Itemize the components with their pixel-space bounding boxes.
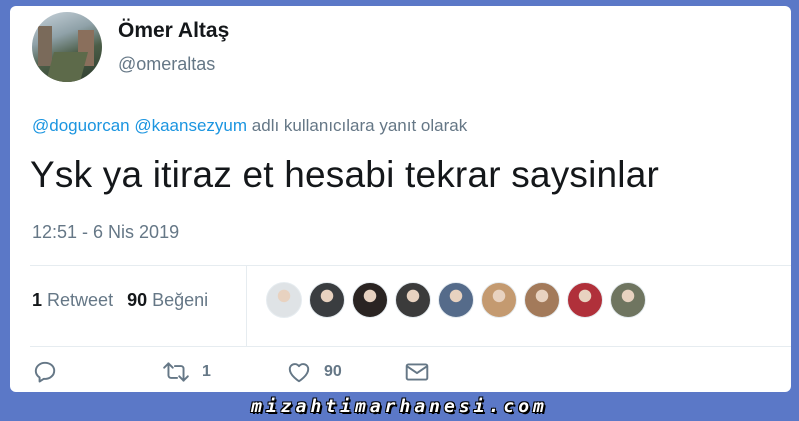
like-stat-label: Beğeni	[152, 290, 209, 310]
site-watermark: mizahtimarhanesi.com	[251, 396, 548, 417]
author-handle[interactable]: @omeraltas	[118, 54, 215, 75]
reply-mention-link[interactable]: @kaansezyum	[134, 116, 247, 135]
like-button[interactable]: 90	[286, 358, 342, 386]
tweet-stats: 1 Retweet 90 Beğeni	[32, 290, 208, 311]
divider	[30, 265, 791, 266]
retweet-button[interactable]: 1	[162, 358, 211, 386]
liker-avatar-7[interactable]	[524, 282, 560, 318]
retweet-icon	[163, 362, 189, 382]
tweet-text: Ysk ya itiraz et hesabi tekrar saysinlar	[30, 154, 660, 195]
tweet-actions: 1 90	[32, 358, 791, 386]
author-name[interactable]: Ömer Altaş	[118, 19, 229, 43]
retweet-stat-count: 1	[32, 290, 43, 310]
direct-message-button[interactable]	[404, 358, 430, 386]
retweet-stat-label: Retweet	[47, 290, 114, 310]
reply-context: @doguorcan @kaansezyum adlı kullanıcılar…	[32, 116, 467, 136]
liker-avatar-3[interactable]	[352, 282, 388, 318]
liker-avatar-5[interactable]	[438, 282, 474, 318]
divider	[246, 265, 247, 346]
author-avatar[interactable]	[32, 12, 102, 82]
like-action-count: 90	[324, 363, 342, 380]
retweet-stat[interactable]: 1 Retweet	[32, 290, 113, 310]
reply-mention-link[interactable]: @doguorcan	[32, 116, 130, 135]
reply-button[interactable]	[32, 358, 58, 386]
heart-icon	[288, 363, 310, 383]
liker-avatar-1[interactable]	[266, 282, 302, 318]
tweet-timestamp[interactable]: 12:51 - 6 Nis 2019	[32, 222, 179, 243]
like-stat[interactable]: 90 Beğeni	[127, 290, 208, 310]
liker-avatar-2[interactable]	[309, 282, 345, 318]
tweet-card: Ömer Altaş @omeraltas @doguorcan @kaanse…	[10, 6, 791, 392]
liker-avatar-9[interactable]	[610, 282, 646, 318]
reply-icon	[34, 361, 56, 383]
envelope-icon	[405, 363, 429, 381]
like-stat-count: 90	[127, 290, 148, 310]
liker-avatar-4[interactable]	[395, 282, 431, 318]
liker-avatar-6[interactable]	[481, 282, 517, 318]
divider	[30, 346, 791, 347]
reply-context-label: adlı kullanıcılara yanıt olarak	[251, 116, 468, 135]
retweet-action-count: 1	[202, 363, 211, 380]
liker-avatar-8[interactable]	[567, 282, 603, 318]
